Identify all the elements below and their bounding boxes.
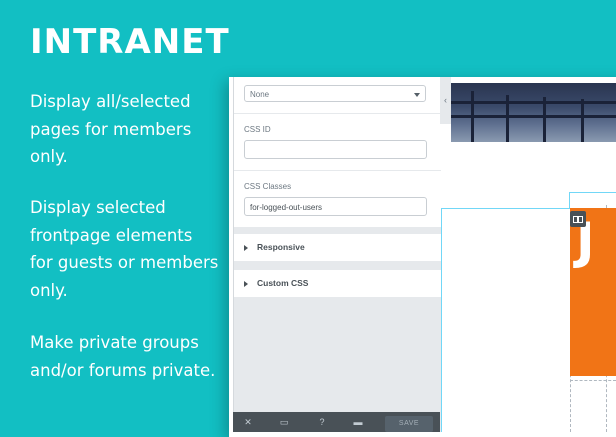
visibility-select[interactable]: None — [244, 85, 426, 102]
section-label: Responsive — [257, 242, 305, 252]
css-classes-input[interactable]: for-logged-out-users — [244, 197, 427, 216]
close-icon[interactable]: ✕ — [243, 417, 253, 427]
orange-block[interactable]: J — [570, 208, 616, 376]
feature-text-3: Make private groups and/or forums privat… — [30, 333, 216, 380]
save-button[interactable]: SAVE — [385, 416, 433, 432]
header-image — [451, 83, 616, 142]
settings-panel: None CSS ID CSS Classes for-logged-out-u… — [233, 77, 441, 432]
railing-post — [471, 91, 474, 142]
css-id-input[interactable] — [244, 140, 427, 159]
section-outline — [441, 208, 442, 432]
folder-icon[interactable]: ▬ — [353, 417, 363, 427]
railing-post — [506, 95, 509, 142]
column-handle-glyph — [578, 216, 583, 223]
chevron-down-icon — [414, 93, 420, 97]
css-classes-label: CSS Classes — [244, 182, 292, 191]
desktop-icon[interactable]: ▭ — [279, 417, 289, 427]
column-guide — [570, 380, 616, 381]
railing-post — [581, 99, 584, 142]
feature-text-1: Display all/selected pages for members o… — [30, 92, 192, 166]
column-outline — [569, 192, 616, 193]
railing-post — [543, 97, 546, 142]
caret-right-icon — [244, 281, 248, 287]
column-handle-icon[interactable] — [570, 211, 586, 227]
visibility-select-value: None — [250, 90, 270, 99]
section-responsive[interactable]: Responsive — [234, 234, 441, 261]
feature-text-2: Display selected frontpage elements for … — [30, 198, 219, 300]
divider — [234, 113, 441, 114]
settings-card: None CSS ID CSS Classes for-logged-out-u… — [234, 77, 441, 227]
css-id-label: CSS ID — [244, 125, 271, 134]
collapse-arrow-icon[interactable]: ‹ — [440, 77, 451, 124]
column-outline — [569, 192, 570, 208]
section-custom-css[interactable]: Custom CSS — [234, 270, 441, 297]
panel-footer: ✕ ▭ ? ▬ SAVE — [233, 412, 440, 432]
help-icon[interactable]: ? — [317, 417, 327, 427]
section-label: Custom CSS — [257, 278, 309, 288]
page-title: INTRANET — [30, 22, 230, 62]
caret-right-icon — [244, 245, 248, 251]
railing — [451, 115, 616, 118]
divider — [234, 170, 441, 171]
railing — [451, 101, 616, 104]
